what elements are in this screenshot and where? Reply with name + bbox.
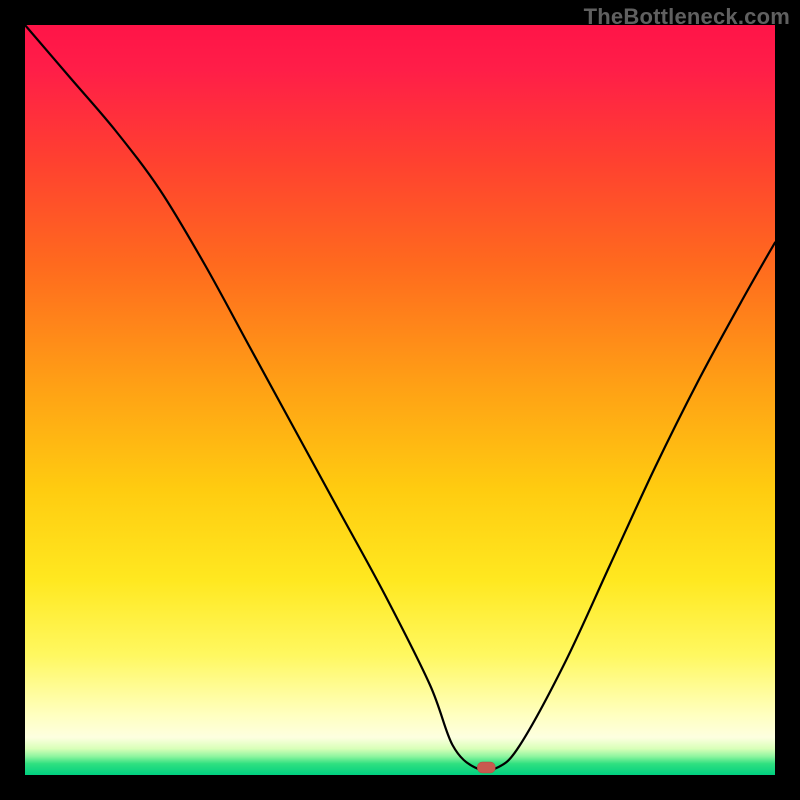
chart-frame: TheBottleneck.com bbox=[0, 0, 800, 800]
plot-area bbox=[25, 25, 775, 775]
watermark-text: TheBottleneck.com bbox=[584, 4, 790, 30]
optimum-marker bbox=[477, 762, 495, 773]
curve-svg bbox=[25, 25, 775, 775]
bottleneck-curve bbox=[25, 25, 775, 770]
